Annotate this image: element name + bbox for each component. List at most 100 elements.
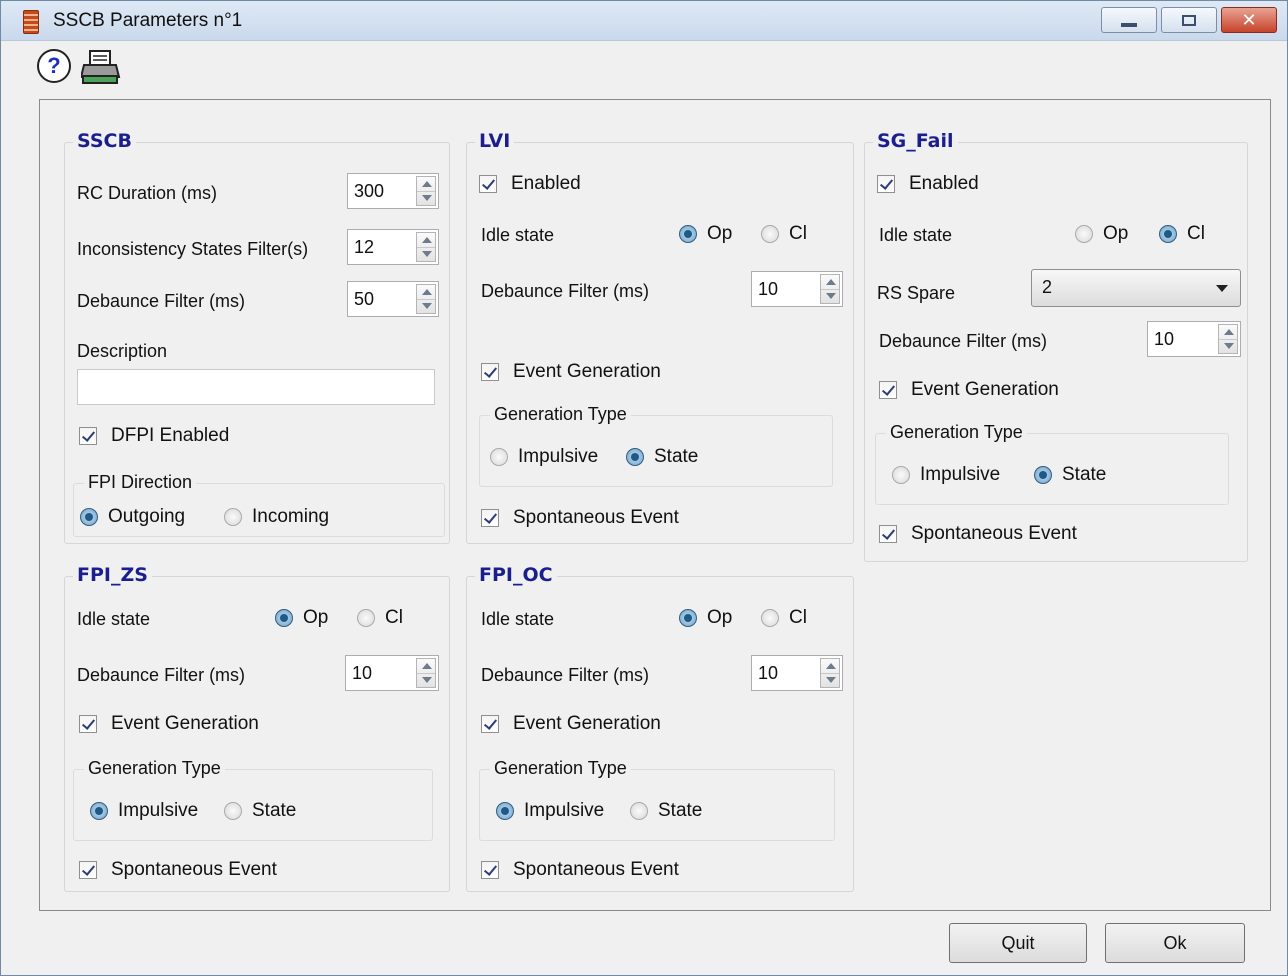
outgoing-label: Outgoing <box>108 506 186 527</box>
help-icon[interactable]: ? <box>37 49 71 83</box>
sg-fail-impulsive-radio[interactable]: Impulsive <box>892 464 1000 486</box>
fpi-zs-idle-label: Idle state <box>77 609 151 629</box>
fpi-oc-spontaneous-checkbox[interactable]: Spontaneous Event <box>481 859 679 881</box>
quit-button[interactable]: Quit <box>949 923 1087 963</box>
maximize-icon <box>1182 14 1196 26</box>
lvi-event-generation-checkbox[interactable]: Event Generation <box>481 361 661 383</box>
sg-fail-event-gen-box <box>879 381 897 399</box>
sg-fail-state-radio[interactable]: State <box>1034 464 1106 486</box>
lvi-cl-circle <box>761 225 779 243</box>
rc-duration-spinner[interactable]: 300 <box>347 173 439 209</box>
sg-fail-debounce-spinner[interactable]: 10 <box>1147 321 1241 357</box>
fpi-oc-debounce-spinner[interactable]: 10 <box>751 655 843 691</box>
title-bar: SSCB Parameters n°1 ✕ <box>1 1 1287 41</box>
fpi-zs-spontaneous-box <box>79 861 97 879</box>
fpi-oc-op-radio[interactable]: Op <box>679 607 732 629</box>
fpi-zs-state-radio[interactable]: State <box>224 800 296 822</box>
fpi-oc-debounce-arrows[interactable] <box>820 658 840 688</box>
fpi-zs-group: FPI_ZS Idle state Op Cl Debaunce Filter … <box>64 564 450 892</box>
minimize-button[interactable] <box>1101 7 1157 33</box>
fpi-oc-group: FPI_OC Idle state Op Cl Debaunce Filter … <box>466 564 854 892</box>
lvi-impulsive-label: Impulsive <box>518 446 599 467</box>
maximize-button[interactable] <box>1161 7 1217 33</box>
outgoing-radio[interactable]: Outgoing <box>80 506 185 528</box>
fpi-oc-state-circle <box>630 802 648 820</box>
rc-duration-arrows[interactable] <box>416 176 436 206</box>
fpi-zs-group-title: FPI_ZS <box>73 564 152 586</box>
sg-fail-state-label: State <box>1062 464 1107 485</box>
fpi-zs-spontaneous-label: Spontaneous Event <box>111 859 277 880</box>
fpi-zs-impulsive-label: Impulsive <box>118 800 199 821</box>
printer-icon[interactable] <box>79 49 121 85</box>
lvi-generation-type-group: Generation Type Impulsive State <box>479 404 833 487</box>
lvi-enabled-box <box>479 175 497 193</box>
rc-duration-value: 300 <box>354 181 385 201</box>
lvi-debounce-spinner[interactable]: 10 <box>751 271 843 307</box>
fpi-oc-debounce-label: Debaunce Filter (ms) <box>481 665 650 685</box>
rc-duration-label: RC Duration (ms) <box>77 183 218 203</box>
fpi-oc-cl-label: Cl <box>789 607 807 628</box>
lvi-enabled-checkbox[interactable]: Enabled <box>479 173 581 195</box>
sg-fail-spontaneous-checkbox[interactable]: Spontaneous Event <box>879 523 1077 545</box>
lvi-impulsive-radio[interactable]: Impulsive <box>490 446 598 468</box>
fpi-oc-event-generation-label: Event Generation <box>513 713 661 734</box>
sg-fail-op-label: Op <box>1103 223 1129 244</box>
fpi-oc-idle-label: Idle state <box>481 609 555 629</box>
inconsistency-arrows[interactable] <box>416 232 436 262</box>
ok-button[interactable]: Ok <box>1105 923 1245 963</box>
sg-fail-enabled-checkbox[interactable]: Enabled <box>877 173 979 195</box>
sg-fail-debounce-label: Debaunce Filter (ms) <box>879 331 1048 351</box>
sg-fail-cl-radio[interactable]: Cl <box>1159 223 1205 245</box>
fpi-zs-event-generation-checkbox[interactable]: Event Generation <box>79 713 259 735</box>
sscb-debounce-spinner[interactable]: 50 <box>347 281 439 317</box>
description-input[interactable] <box>77 369 435 405</box>
fpi-zs-state-circle <box>224 802 242 820</box>
outgoing-radio-circle <box>80 508 98 526</box>
lvi-spontaneous-label: Spontaneous Event <box>513 507 679 528</box>
rs-spare-dropdown[interactable]: 2 <box>1031 269 1241 307</box>
lvi-cl-radio[interactable]: Cl <box>761 223 807 245</box>
lvi-debounce-label: Debaunce Filter (ms) <box>481 281 650 301</box>
fpi-oc-state-radio[interactable]: State <box>630 800 702 822</box>
sg-fail-spontaneous-label: Spontaneous Event <box>911 523 1077 544</box>
fpi-zs-op-radio[interactable]: Op <box>275 607 328 629</box>
fpi-zs-debounce-arrows[interactable] <box>416 658 436 688</box>
inconsistency-spinner[interactable]: 12 <box>347 229 439 265</box>
lvi-group-title: LVI <box>475 130 515 152</box>
lvi-group: LVI Enabled Idle state Op Cl Debaunce Fi… <box>466 130 854 544</box>
lvi-spontaneous-checkbox[interactable]: Spontaneous Event <box>481 507 679 529</box>
lvi-impulsive-circle <box>490 448 508 466</box>
lvi-enabled-label: Enabled <box>511 173 581 194</box>
sg-fail-state-circle <box>1034 466 1052 484</box>
lvi-op-radio[interactable]: Op <box>679 223 732 245</box>
lvi-debounce-arrows[interactable] <box>820 274 840 304</box>
sscb-parameters-window: SSCB Parameters n°1 ✕ ? SSCB RC Duration… <box>0 0 1288 976</box>
window-title: SSCB Parameters n°1 <box>53 10 243 31</box>
fpi-oc-impulsive-radio[interactable]: Impulsive <box>496 800 604 822</box>
fpi-oc-debounce-value: 10 <box>758 663 779 683</box>
sg-fail-event-generation-checkbox[interactable]: Event Generation <box>879 379 1059 401</box>
sg-fail-debounce-arrows[interactable] <box>1218 324 1238 354</box>
fpi-zs-spontaneous-checkbox[interactable]: Spontaneous Event <box>79 859 277 881</box>
sg-fail-impulsive-circle <box>892 466 910 484</box>
sg-fail-op-radio[interactable]: Op <box>1075 223 1128 245</box>
sg-fail-cl-label: Cl <box>1187 223 1205 244</box>
fpi-oc-cl-radio[interactable]: Cl <box>761 607 807 629</box>
sg-fail-cl-circle <box>1159 225 1177 243</box>
fpi-zs-op-label: Op <box>303 607 329 628</box>
dfpi-enabled-checkbox[interactable]: DFPI Enabled <box>79 425 229 447</box>
fpi-oc-event-generation-checkbox[interactable]: Event Generation <box>481 713 661 735</box>
sscb-debounce-arrows[interactable] <box>416 284 436 314</box>
incoming-radio[interactable]: Incoming <box>224 506 329 528</box>
fpi-zs-impulsive-radio[interactable]: Impulsive <box>90 800 198 822</box>
close-button[interactable]: ✕ <box>1221 7 1277 33</box>
sg-fail-enabled-label: Enabled <box>909 173 979 194</box>
close-icon: ✕ <box>1241 10 1257 30</box>
fpi-zs-debounce-spinner[interactable]: 10 <box>345 655 439 691</box>
sscb-debounce-label: Debaunce Filter (ms) <box>77 291 246 311</box>
chevron-down-icon <box>1216 285 1228 292</box>
fpi-zs-cl-radio[interactable]: Cl <box>357 607 403 629</box>
fpi-zs-op-circle <box>275 609 293 627</box>
inconsistency-value: 12 <box>354 237 375 257</box>
lvi-state-radio[interactable]: State <box>626 446 698 468</box>
